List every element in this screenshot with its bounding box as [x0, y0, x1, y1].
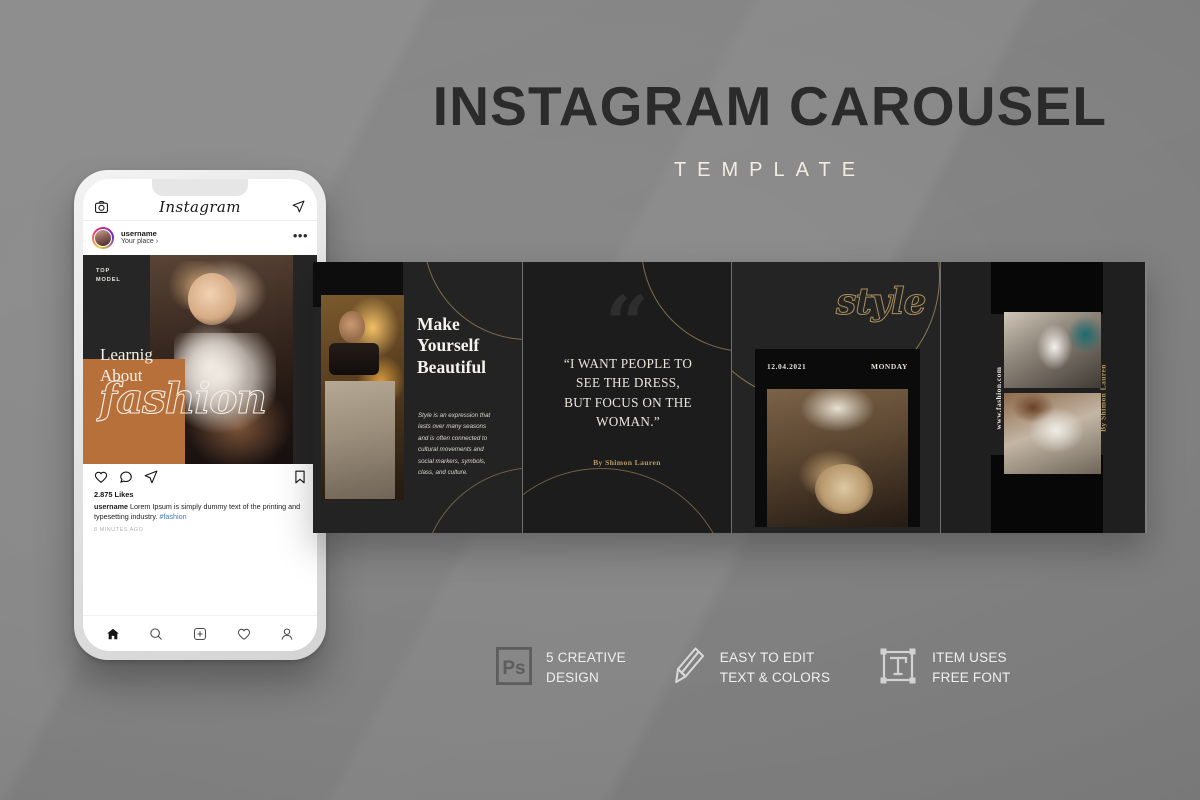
avatar-image	[93, 228, 113, 248]
panel2-quote-text: “I WANT PEOPLE TO SEE THE DRESS, BUT FOC…	[563, 356, 693, 429]
panel3-photo	[767, 389, 908, 527]
activity-heart-icon[interactable]	[237, 627, 251, 641]
page-title: INSTAGRAM CAROUSEL	[432, 75, 1108, 137]
panel3-date: 12.04.2021	[767, 362, 807, 371]
photo-face-highlight	[188, 273, 236, 325]
feature-line-2: FREE FONT	[932, 670, 1011, 685]
avatar[interactable]	[92, 227, 114, 249]
panel4-author: By Shimon Lauren	[1098, 363, 1108, 432]
camera-icon[interactable]	[95, 200, 108, 213]
photoshop-icon: Ps	[495, 646, 533, 690]
feature-list: Ps 5 CREATIVE DESIGN EASY TO EDIT TEXT &…	[495, 640, 1096, 696]
post-username: username	[121, 228, 157, 238]
feature-line-2: DESIGN	[546, 670, 599, 685]
panel4-website: www.fashion.com	[993, 366, 1003, 429]
decorative-arc	[641, 262, 731, 352]
post-top-label: TOP MODEL	[96, 268, 121, 283]
carousel-panel-1[interactable]: Make Yourself Beautiful Style is an expr…	[313, 262, 522, 533]
caption-author: username	[94, 501, 128, 511]
photo-basket-bag	[814, 463, 873, 514]
panel1-heading: Make Yourself Beautiful	[417, 314, 487, 377]
photo-trousers	[325, 381, 395, 499]
feature-line-1: 5 CREATIVE	[546, 650, 626, 666]
phone-mockup: Instagram username Your place › ••• TOP …	[74, 170, 326, 660]
carousel-panel-4[interactable]: www.fashion.com By Shimon Lauren	[940, 262, 1145, 533]
feature-line-1: ITEM USES	[932, 650, 1007, 666]
caption-text: username Lorem Ipsum is simply dummy tex…	[94, 501, 301, 521]
photo-crop-top	[329, 343, 379, 375]
bookmark-icon[interactable]	[294, 470, 306, 484]
decorative-arc	[523, 468, 731, 533]
carousel-panel-2[interactable]: “ “I WANT PEOPLE TO SEE THE DRESS, BUT F…	[522, 262, 731, 533]
post-location: Your place ›	[121, 238, 159, 246]
post-caption-block: 2.875 Likes username Lorem Ipsum is simp…	[83, 490, 317, 533]
post-image[interactable]: TOP MODEL Learnig About fashion	[83, 255, 317, 464]
instagram-logo: Instagram	[159, 197, 241, 216]
free-font-icon	[878, 646, 918, 691]
post-action-bar	[83, 464, 317, 490]
post-timestamp: 8 MINUTES AGO	[94, 527, 144, 534]
svg-text:Ps: Ps	[502, 658, 525, 679]
bottom-nav	[83, 615, 317, 651]
search-icon[interactable]	[149, 627, 163, 641]
panel3-script-word: style	[835, 281, 926, 323]
panel4-dark-block-top	[991, 262, 1103, 314]
profile-icon[interactable]	[280, 627, 294, 641]
carousel-strip: Make Yourself Beautiful Style is an expr…	[313, 262, 1147, 533]
feature-line-2: TEXT & COLORS	[719, 670, 831, 685]
quote-mark-icon: “	[605, 279, 649, 368]
feature-item-easy-to-edit: EASY TO EDIT TEXT & COLORS	[674, 646, 830, 691]
post-more-options-icon[interactable]: •••	[293, 229, 308, 244]
feature-item-free-font: ITEM USES FREE FONT	[878, 646, 1010, 691]
feature-item-creative-design: Ps 5 CREATIVE DESIGN	[495, 646, 626, 690]
panel1-body-text: Style is an expression that lasts over m…	[418, 412, 491, 477]
photo-face-highlight	[339, 311, 365, 343]
panel2-author: By Shimon Lauren	[593, 458, 661, 467]
chevron-right-icon: ›	[155, 238, 159, 246]
caption-hashtag[interactable]: #fashion	[159, 512, 186, 521]
panel4-photo-bottom	[1004, 393, 1101, 474]
panel3-day: MONDAY	[871, 362, 908, 371]
home-icon[interactable]	[106, 627, 120, 641]
heart-icon[interactable]	[94, 470, 108, 484]
comment-icon[interactable]	[119, 470, 133, 484]
panel3-card: 12.04.2021 MONDAY	[755, 349, 920, 527]
post-header: username Your place › •••	[83, 221, 317, 255]
feature-text: ITEM USES FREE FONT	[932, 648, 1010, 687]
paper-plane-icon[interactable]	[292, 200, 305, 213]
post-user-info[interactable]: username Your place ›	[121, 228, 286, 247]
add-post-icon[interactable]	[193, 627, 207, 641]
feature-line-1: EASY TO EDIT	[719, 650, 815, 666]
feature-text: EASY TO EDIT TEXT & COLORS	[720, 648, 830, 687]
panel3-date-bar: 12.04.2021 MONDAY	[755, 349, 920, 371]
post-script-word: fashion	[98, 374, 267, 423]
phone-notch	[152, 179, 248, 196]
carousel-panel-3[interactable]: style 12.04.2021 MONDAY	[731, 262, 940, 533]
panel4-photo-top	[1004, 312, 1101, 388]
panel1-photo	[321, 295, 404, 500]
pencil-icon	[674, 646, 706, 691]
page-subtitle: TEMPLATE	[673, 158, 867, 181]
like-count: 2.875 Likes	[94, 490, 134, 499]
headline-block: INSTAGRAM CAROUSEL TEMPLATE	[405, 75, 1135, 182]
share-paper-plane-icon[interactable]	[144, 470, 158, 484]
feature-text: 5 CREATIVE DESIGN	[546, 648, 626, 687]
phone-screen: Instagram username Your place › ••• TOP …	[83, 179, 317, 651]
